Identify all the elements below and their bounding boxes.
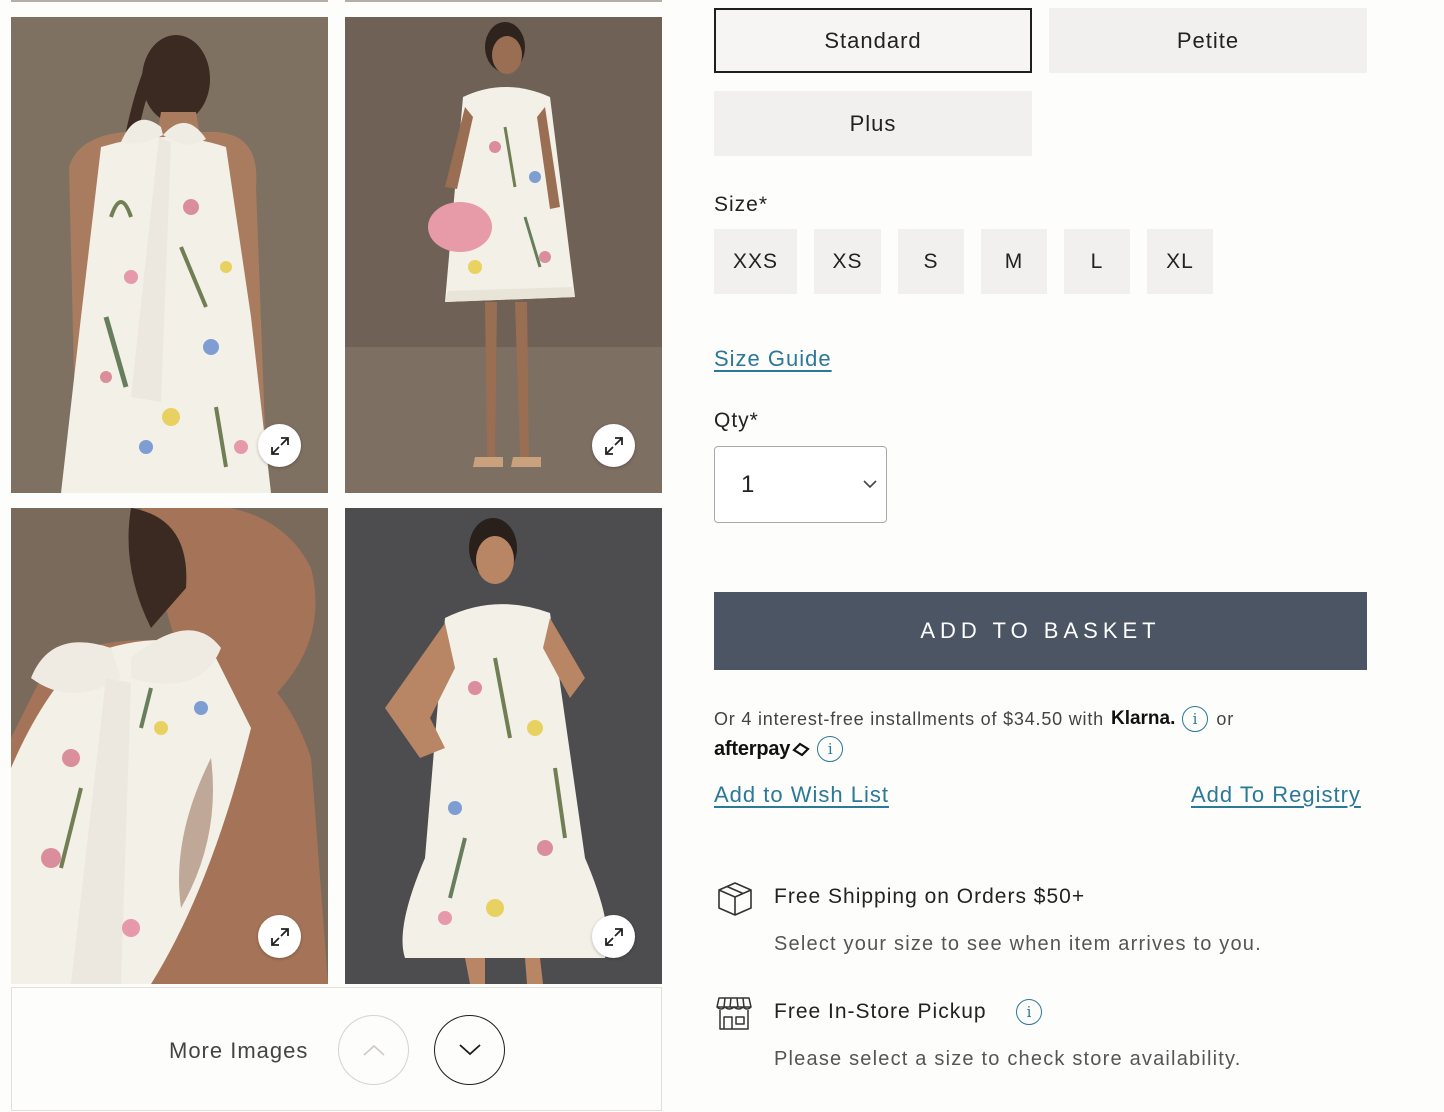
product-photo bbox=[11, 17, 328, 493]
afterpay-arrows-icon bbox=[792, 742, 810, 757]
klarna-info-icon[interactable]: i bbox=[1182, 706, 1209, 732]
size-guide-link[interactable]: Size Guide bbox=[714, 346, 832, 372]
installments-text: Or 4 interest-free installments of $34.5… bbox=[714, 708, 1104, 729]
free-pickup-title: Free In-Store Pickup bbox=[774, 1000, 987, 1023]
more-images-bar: More Images bbox=[11, 987, 662, 1111]
product-photo bbox=[345, 17, 662, 493]
gallery-top-divider bbox=[345, 0, 662, 2]
product-photo bbox=[11, 508, 328, 984]
size-option-s[interactable]: S bbox=[898, 229, 964, 294]
expand-arrows-icon bbox=[604, 436, 623, 455]
afterpay-logo: afterpay bbox=[714, 737, 791, 760]
size-label: Size* bbox=[714, 193, 769, 216]
expand-arrows-icon bbox=[270, 436, 289, 455]
fit-option-plus[interactable]: Plus bbox=[714, 91, 1032, 156]
expand-image-button[interactable] bbox=[258, 424, 301, 467]
afterpay-info-icon[interactable]: i bbox=[817, 736, 844, 762]
size-option-xl[interactable]: XL bbox=[1147, 229, 1213, 294]
fit-option-petite[interactable]: Petite bbox=[1049, 8, 1367, 73]
free-shipping-title: Free Shipping on Orders $50+ bbox=[774, 885, 1086, 908]
store-availability-text: Please select a size to check store avai… bbox=[774, 1048, 1242, 1070]
previous-images-button[interactable] bbox=[338, 1015, 409, 1085]
next-images-button[interactable] bbox=[434, 1015, 505, 1085]
fit-option-standard[interactable]: Standard bbox=[714, 8, 1032, 73]
add-to-registry-link[interactable]: Add To Registry bbox=[1191, 782, 1361, 808]
expand-image-button[interactable] bbox=[592, 424, 635, 467]
shipping-box-icon bbox=[718, 882, 752, 916]
chevron-down-icon bbox=[458, 1044, 481, 1056]
chevron-up-icon bbox=[362, 1044, 385, 1056]
product-image-tie-detail[interactable] bbox=[11, 508, 328, 984]
product-image-back-view[interactable] bbox=[11, 17, 328, 493]
store-icon bbox=[716, 997, 752, 1030]
more-images-label: More Images bbox=[169, 1038, 309, 1063]
gallery-top-divider bbox=[11, 0, 328, 2]
pickup-info-icon[interactable]: i bbox=[1016, 999, 1042, 1025]
expand-arrows-icon bbox=[270, 927, 289, 946]
installments-or: or bbox=[1216, 708, 1234, 729]
qty-label: Qty* bbox=[714, 409, 759, 432]
installments-line: Or 4 interest-free installments of $34.5… bbox=[714, 706, 1234, 732]
add-to-basket-button[interactable]: ADD TO BASKET bbox=[714, 592, 1367, 670]
quantity-select[interactable]: 1 bbox=[714, 446, 887, 523]
delivery-estimate-text: Select your size to see when item arrive… bbox=[774, 933, 1262, 955]
expand-image-button[interactable] bbox=[592, 915, 635, 958]
product-image-front-view[interactable] bbox=[345, 17, 662, 493]
klarna-logo: Klarna. bbox=[1110, 708, 1176, 729]
quantity-value: 1 bbox=[741, 471, 755, 498]
size-option-l[interactable]: L bbox=[1064, 229, 1130, 294]
add-to-wish-list-link[interactable]: Add to Wish List bbox=[714, 782, 889, 808]
expand-arrows-icon bbox=[604, 927, 623, 946]
size-option-m[interactable]: M bbox=[981, 229, 1047, 294]
size-option-xs[interactable]: XS bbox=[814, 229, 881, 294]
size-option-xxs[interactable]: XXS bbox=[714, 229, 797, 294]
product-image-hand-on-hip[interactable] bbox=[345, 508, 662, 984]
product-photo bbox=[345, 508, 662, 984]
afterpay-line: afterpay i bbox=[714, 736, 844, 762]
expand-image-button[interactable] bbox=[258, 915, 301, 958]
chevron-down-icon bbox=[863, 480, 877, 489]
